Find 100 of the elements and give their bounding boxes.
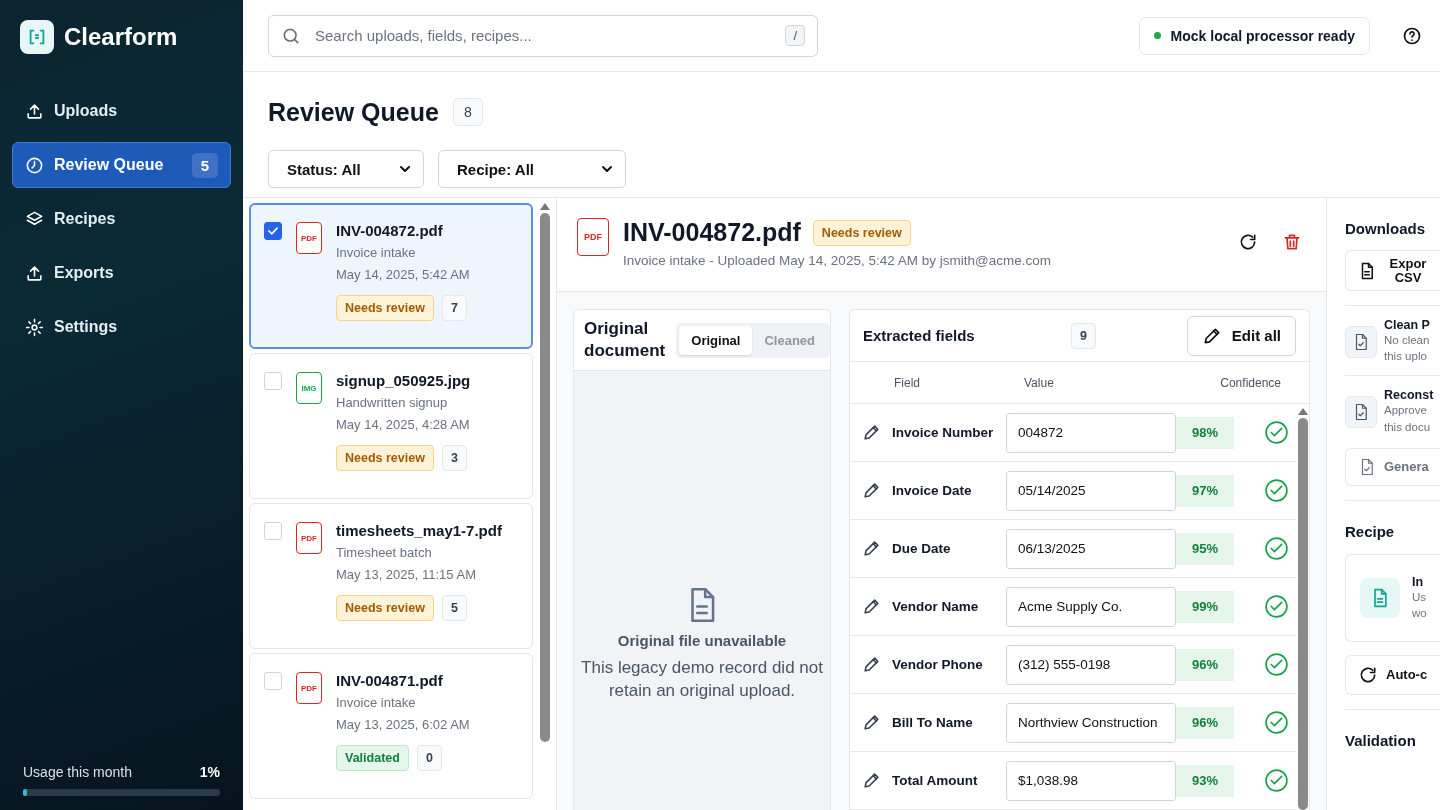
item-description: No clean this uplo [1384, 333, 1430, 365]
confidence-badge: 98% [1176, 416, 1234, 449]
refresh-icon [1238, 232, 1258, 252]
upload-icon [25, 101, 44, 121]
status-text: Mock local processor ready [1170, 27, 1355, 44]
file-name: INV-004871.pdf [336, 672, 444, 689]
confidence-badge: 96% [1176, 648, 1234, 681]
upload-date: May 14, 2025, 4:28 AM [336, 417, 471, 432]
edit-button[interactable] [861, 423, 881, 442]
nav-item[interactable]: Uploads [12, 88, 231, 134]
empty-message: This legacy demo record did not retain an original upload. [580, 657, 824, 703]
recipe-name: In [1412, 574, 1425, 589]
field-label: Due Date [892, 541, 952, 556]
count-badge: 5 [191, 152, 218, 178]
trash-icon [1282, 232, 1302, 252]
confidence-badge: 96% [1176, 706, 1234, 739]
check-icon [266, 224, 280, 238]
nav-item[interactable]: Exports [12, 250, 231, 296]
panel-title: Extracted fields [863, 327, 976, 344]
field-label: Bill To Name [892, 715, 974, 730]
status-dot [1153, 32, 1161, 39]
page-title: Review Queue [268, 97, 439, 127]
pencil-icon [861, 771, 881, 790]
upload-card[interactable]: PDF INV-004871.pdf Invoice intake May 13, 2025, 6:02 AM Validated 0 [249, 653, 533, 799]
file-type-badge: PDF [296, 222, 322, 254]
pencil-icon [861, 539, 881, 558]
file-name: INV-004872.pdf [336, 222, 444, 239]
value-field[interactable]: Acme Supply Co. [1006, 586, 1176, 627]
count-badge: 9 [1071, 322, 1096, 349]
edit-button[interactable] [861, 655, 881, 674]
section-title: Downloads [1345, 220, 1426, 237]
usage-value: 1% [199, 764, 220, 780]
confidence-badge: 93% [1176, 764, 1234, 797]
pencil-icon [861, 713, 881, 732]
settings-icon [25, 317, 44, 337]
pencil-icon [861, 655, 881, 674]
generate-button[interactable]: Genera [1345, 447, 1440, 486]
status-badge: Needs review [336, 445, 434, 471]
upload-date: May 13, 2025, 6:02 AM [336, 717, 470, 732]
field-label: Vendor Phone [892, 657, 984, 672]
value-field[interactable]: 004872 [1006, 412, 1176, 453]
help-button[interactable] [1402, 25, 1422, 46]
confidence-badge: 97% [1176, 474, 1234, 507]
recipe-name: Timesheet batch [336, 545, 433, 560]
edit-button[interactable] [861, 713, 881, 732]
file-type-badge: IMG [296, 372, 322, 404]
recipe-description: Us wo [1412, 589, 1427, 621]
recipe-card[interactable]: In Us wo [1345, 553, 1440, 642]
status-badge: Needs review [336, 295, 434, 321]
edit-button[interactable] [861, 539, 881, 558]
nav-item[interactable]: Settings [12, 304, 231, 350]
filter-dropdown[interactable]: Status: All [268, 150, 424, 188]
tab[interactable]: Original [679, 325, 753, 355]
item-title: Reconst [1384, 388, 1434, 403]
search-field[interactable]: Search uploads, fields, recipes... / [268, 14, 818, 57]
edit-button[interactable] [861, 597, 881, 616]
edit-all-button[interactable]: Edit all [1186, 315, 1296, 356]
column-header: Value [1024, 375, 1055, 390]
upload-card[interactable]: PDF INV-004872.pdf Invoice intake May 14, 2025, 5:42 AM Needs review 7 [249, 203, 533, 349]
status-badge: Needs review [812, 219, 911, 246]
value-field[interactable]: 05/14/2025 [1006, 470, 1176, 511]
item-title: Clean P [1384, 318, 1430, 333]
checkbox[interactable] [264, 222, 282, 240]
panel-title: Original document [584, 318, 667, 363]
filter-dropdown[interactable]: Recipe: All [438, 150, 626, 188]
nav-item[interactable]: Review Queue 5 [12, 142, 231, 188]
upload-card[interactable]: IMG signup_050925.jpg Handwritten signup May 14, 2025, 4:28 AM Needs review 3 [249, 353, 533, 499]
clock-icon [25, 155, 44, 175]
refresh-icon [1358, 664, 1378, 685]
field-label: Vendor Name [892, 599, 980, 614]
field-label: Total Amount [892, 773, 979, 788]
empty-title: Original file unavailable [617, 632, 787, 650]
auto-button[interactable]: Auto-c [1345, 654, 1440, 695]
file-name: signup_050925.jpg [336, 372, 471, 389]
nav-item[interactable]: Recipes [12, 196, 231, 242]
edit-button[interactable] [861, 481, 881, 500]
column-header: Field [894, 375, 921, 390]
pencil-icon [861, 481, 881, 500]
value-field[interactable]: $1,038.98 [1006, 760, 1176, 801]
count-badge: 0 [416, 745, 442, 771]
item-description: Approve this docu [1384, 403, 1432, 435]
export-button[interactable]: Expor CSV [1345, 250, 1440, 292]
count-badge: 5 [441, 595, 467, 621]
file-type-badge: PDF [296, 522, 322, 554]
upload-icon [25, 263, 44, 283]
edit-button[interactable] [861, 771, 881, 790]
section-title: Recipe [1345, 522, 1396, 540]
upload-card[interactable]: PDF timesheets_may1-7.pdf Timesheet batch May 13, 2025, 11:15 AM Needs review 5 [249, 503, 533, 649]
value-field[interactable]: (312) 555-0198 [1006, 644, 1176, 685]
value-field[interactable]: 06/13/2025 [1006, 528, 1176, 569]
recipe-name: Invoice intake [336, 695, 417, 710]
status-badge: Needs review [336, 595, 434, 621]
section-title: Validation [1345, 731, 1417, 749]
count-badge: 7 [441, 295, 467, 321]
column-header: Confidence [1219, 375, 1282, 390]
value-field[interactable]: Northview Construction [1006, 702, 1176, 743]
file-name: timesheets_may1-7.pdf [336, 522, 502, 539]
count-badge: 8 [452, 98, 483, 126]
file-type-badge: PDF [296, 672, 322, 704]
pencil-icon [861, 597, 881, 616]
